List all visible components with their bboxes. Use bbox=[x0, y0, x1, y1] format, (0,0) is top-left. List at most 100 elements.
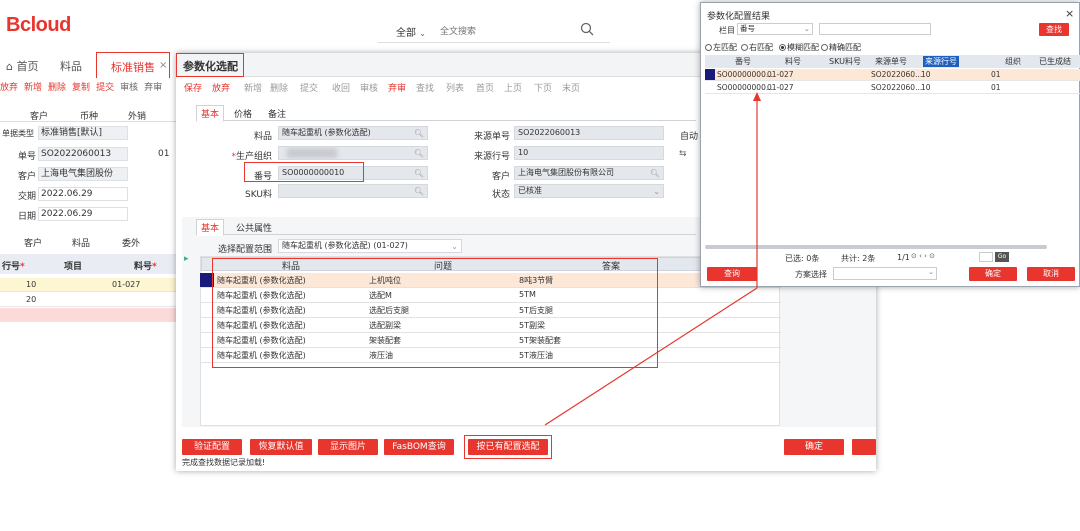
match-left-label: 左匹配 bbox=[713, 43, 737, 52]
bg-customer-field[interactable]: 上海电气集团股份 bbox=[38, 167, 128, 181]
tab-remark[interactable]: 备注 bbox=[268, 107, 286, 120]
header-source-line: 来源行号 bbox=[923, 56, 959, 67]
title-highlight-box bbox=[176, 53, 244, 77]
status-value: 已核准 bbox=[518, 186, 542, 195]
fasbom-query-button[interactable]: FasBOM查询 bbox=[384, 439, 454, 455]
query-button[interactable]: 查询 bbox=[707, 267, 757, 281]
search-icon[interactable]: 🔍︎ bbox=[414, 168, 424, 179]
prev-page-button[interactable]: 上页 bbox=[504, 81, 522, 94]
table-row[interactable]: SO00000000... 01-027 SO2022060... 10 01 bbox=[705, 69, 1080, 81]
customer-label: 客户 bbox=[491, 172, 510, 182]
tab-standard-sales[interactable]: 标准销售 × bbox=[96, 52, 170, 78]
bg-detail-tab-outsource[interactable]: 委外 bbox=[122, 236, 140, 249]
horizontal-scrollbar[interactable] bbox=[705, 245, 1047, 249]
close-icon[interactable]: × bbox=[159, 60, 167, 71]
field-select[interactable]: 番号 ⌄ bbox=[737, 23, 813, 35]
scheme-select[interactable]: ⌄ bbox=[833, 267, 937, 280]
bg-detail-tab-customer[interactable]: 客户 bbox=[24, 236, 42, 249]
chevron-down-icon: ⌄ bbox=[419, 29, 426, 38]
tab-home[interactable]: ⌂ 首页 bbox=[6, 58, 38, 74]
bg-copy-button[interactable]: 复制 bbox=[72, 83, 90, 93]
tab-price[interactable]: 价格 bbox=[234, 107, 252, 120]
search-icon[interactable]: 🔍︎ bbox=[414, 128, 424, 139]
bg-discard-button[interactable]: 放弃 bbox=[0, 83, 18, 93]
extra-button[interactable] bbox=[852, 439, 876, 455]
unapprove-button[interactable]: 弃审 bbox=[388, 81, 406, 94]
bg-unapprove-button[interactable]: 弃审 bbox=[144, 83, 162, 93]
delivery-date-field[interactable]: 2022.06.29 bbox=[38, 187, 128, 201]
bg-row-code: 01-027 bbox=[112, 280, 141, 289]
bg-delete-button[interactable]: 删除 bbox=[48, 83, 66, 93]
page-input[interactable] bbox=[979, 252, 993, 262]
next-page-button[interactable]: 下页 bbox=[534, 81, 552, 94]
bg-detail-tab-material[interactable]: 料品 bbox=[72, 236, 90, 249]
save-button[interactable]: 保存 bbox=[184, 81, 202, 94]
result-find-button[interactable]: 查找 bbox=[1039, 23, 1069, 36]
logo-mark: B bbox=[6, 14, 20, 36]
verify-config-button[interactable]: 验证配置 bbox=[182, 439, 242, 455]
date-field[interactable]: 2022.06.29 bbox=[38, 207, 128, 221]
match-option-fuzzy[interactable]: 模糊匹配 bbox=[779, 42, 819, 53]
config-range-select[interactable]: 随车起重机 (参数化选配) (01-027) ⌄ bbox=[278, 239, 462, 253]
delivery-date-label: 交期 bbox=[18, 192, 37, 202]
chevron-down-icon[interactable]: ⌄ bbox=[653, 186, 660, 197]
org-field[interactable]: 🔍︎ bbox=[278, 146, 428, 160]
search-icon[interactable]: 🔍︎ bbox=[414, 148, 424, 159]
approve-button[interactable]: 审核 bbox=[360, 81, 378, 94]
match-option-left[interactable]: 左匹配 bbox=[705, 42, 737, 53]
result-cancel-button[interactable]: 取消 bbox=[1027, 267, 1075, 281]
blurred-org-image bbox=[287, 148, 337, 158]
sku-field[interactable]: 🔍︎ bbox=[278, 184, 428, 198]
list-button[interactable]: 列表 bbox=[446, 81, 464, 94]
submit-button[interactable]: 提交 bbox=[300, 81, 318, 94]
org-label: *生产组织 bbox=[231, 152, 272, 162]
doc-type-field[interactable]: 标准销售[默认] bbox=[38, 126, 128, 140]
result-ok-button[interactable]: 确定 bbox=[969, 267, 1017, 281]
discard-button[interactable]: 放弃 bbox=[212, 81, 230, 94]
find-button[interactable]: 查找 bbox=[416, 81, 434, 94]
search-icon[interactable] bbox=[580, 22, 594, 36]
header-sku: SKU料号 bbox=[829, 57, 861, 66]
search-scope-select[interactable]: 全部 ⌄ bbox=[396, 24, 426, 39]
search-icon[interactable]: 🔍︎ bbox=[650, 168, 660, 179]
tab-material[interactable]: 料品 bbox=[60, 58, 82, 74]
source-line-field: 10 bbox=[514, 146, 664, 160]
withdraw-button[interactable]: 收回 bbox=[332, 81, 350, 94]
field-label: 栏目 bbox=[719, 26, 735, 35]
source-line-value: 10 bbox=[518, 148, 529, 157]
tab-basic[interactable]: 基本 bbox=[196, 105, 225, 122]
bg-row-line: 10 bbox=[26, 280, 37, 289]
show-image-button[interactable]: 显示图片 bbox=[318, 439, 378, 455]
subtab-basic[interactable]: 基本 bbox=[196, 219, 225, 236]
item-field[interactable]: 随车起重机 (参数化选配) 🔍︎ bbox=[278, 126, 428, 140]
table-row[interactable] bbox=[0, 308, 176, 322]
search-icon[interactable]: 🔍︎ bbox=[414, 186, 424, 197]
go-button[interactable]: Go bbox=[995, 252, 1009, 262]
row-org: 01 bbox=[991, 70, 1001, 79]
restore-default-button[interactable]: 恢复默认值 bbox=[250, 439, 312, 455]
delete-button[interactable]: 删除 bbox=[270, 81, 288, 94]
tab-sales-label: 标准销售 bbox=[111, 61, 155, 74]
match-fuzzy-label: 模糊匹配 bbox=[787, 43, 819, 52]
doc-no-label: 单号 bbox=[18, 152, 37, 162]
pager-icons[interactable]: ⊙ ‹ › ⊙ bbox=[911, 252, 935, 260]
result-search-input[interactable] bbox=[819, 23, 931, 35]
bg-approve-button[interactable]: 审核 bbox=[120, 83, 138, 93]
bg-submit-button[interactable]: 提交 bbox=[96, 83, 114, 93]
new-button[interactable]: 新增 bbox=[244, 81, 262, 94]
last-page-button[interactable]: 末页 bbox=[562, 81, 580, 94]
subtab-public-attr[interactable]: 公共属性 bbox=[236, 221, 272, 234]
ok-button[interactable]: 确定 bbox=[784, 439, 844, 455]
global-search-input[interactable] bbox=[440, 22, 600, 40]
close-icon[interactable]: × bbox=[1065, 7, 1074, 20]
doc-no-field[interactable]: SO2022060013 bbox=[38, 147, 128, 161]
match-option-exact[interactable]: 精确匹配 bbox=[821, 42, 861, 53]
table-row[interactable]: 20 bbox=[0, 293, 176, 307]
table-row[interactable]: 10 01-027 bbox=[0, 278, 176, 292]
match-option-right[interactable]: 右匹配 bbox=[741, 42, 773, 53]
table-row[interactable]: SO00000000... 01-027 SO2022060... 10 01 bbox=[705, 82, 1080, 94]
bg-new-button[interactable]: 新增 bbox=[24, 83, 42, 93]
bg-grid-header-line: 行号* bbox=[2, 262, 25, 272]
first-page-button[interactable]: 首页 bbox=[476, 81, 494, 94]
settings-icon[interactable]: ⇆ bbox=[679, 149, 687, 159]
